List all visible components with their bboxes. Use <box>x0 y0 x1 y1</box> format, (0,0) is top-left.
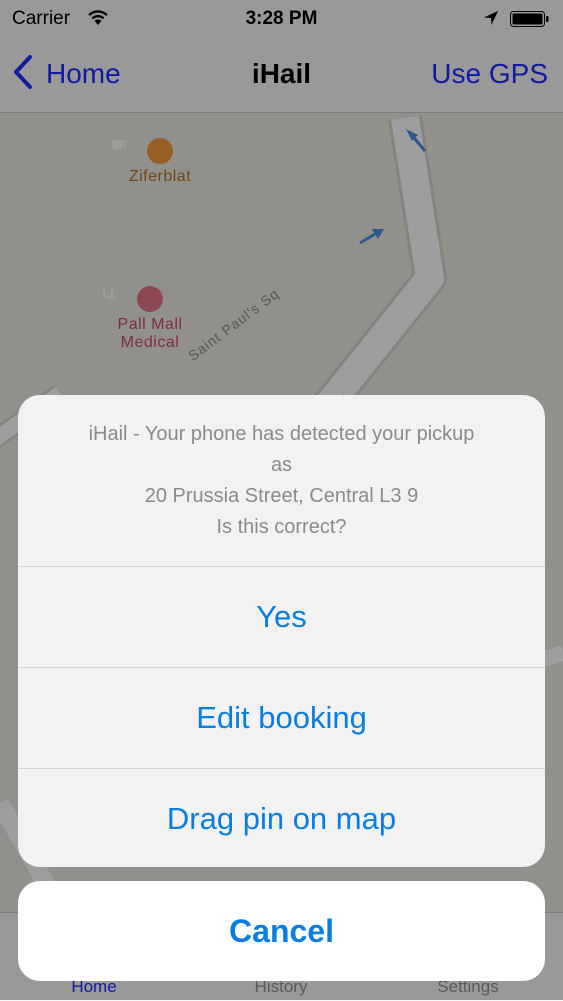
edit-booking-button[interactable]: Edit booking <box>18 668 545 769</box>
yes-button[interactable]: Yes <box>18 567 545 668</box>
cancel-button[interactable]: Cancel <box>18 881 545 981</box>
message-line: iHail - Your phone has detected your pic… <box>88 423 475 445</box>
message-line: Is this correct? <box>216 516 347 538</box>
action-sheet-message: iHail - Your phone has detected your pic… <box>18 395 545 567</box>
drag-pin-button[interactable]: Drag pin on map <box>18 769 545 867</box>
message-line: as <box>270 454 293 476</box>
action-sheet: iHail - Your phone has detected your pic… <box>18 395 545 867</box>
message-line: 20 Prussia Street, Central L3 9 <box>144 485 419 507</box>
